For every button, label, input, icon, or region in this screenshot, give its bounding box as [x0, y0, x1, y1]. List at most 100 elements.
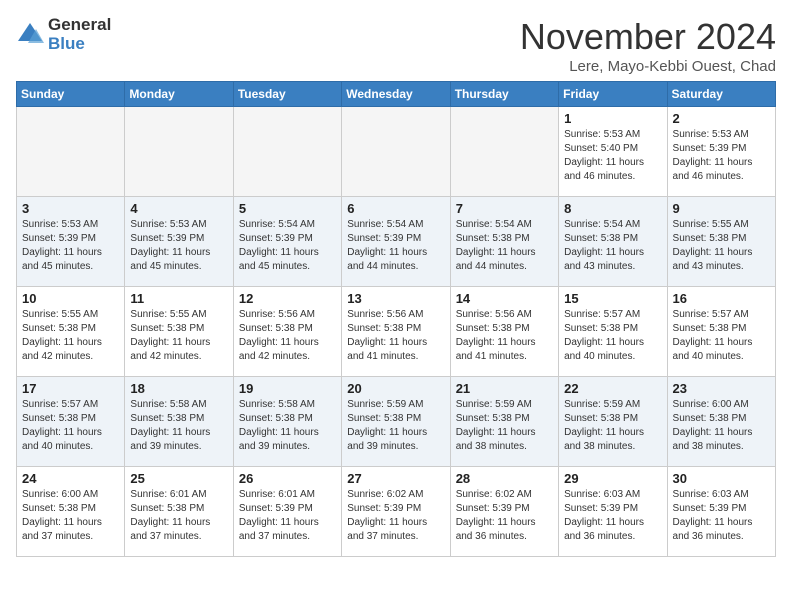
- day-number: 4: [130, 201, 227, 216]
- table-row: 27 Sunrise: 6:02 AM Sunset: 5:39 PM Dayli…: [342, 467, 450, 557]
- day-info: Sunrise: 6:01 AM Sunset: 5:38 PM Dayligh…: [130, 488, 227, 544]
- day-number: 28: [456, 471, 553, 486]
- day-info: Sunrise: 5:59 AM Sunset: 5:38 PM Dayligh…: [347, 398, 444, 454]
- table-row: 1 Sunrise: 5:53 AM Sunset: 5:40 PM Daylig…: [559, 107, 667, 197]
- day-info: Sunrise: 5:58 AM Sunset: 5:38 PM Dayligh…: [239, 398, 336, 454]
- day-number: 7: [456, 201, 553, 216]
- col-thursday: Thursday: [450, 82, 558, 107]
- day-number: 18: [130, 381, 227, 396]
- table-row: 16 Sunrise: 5:57 AM Sunset: 5:38 PM Dayli…: [667, 287, 775, 377]
- day-number: 27: [347, 471, 444, 486]
- table-row: 13 Sunrise: 5:56 AM Sunset: 5:38 PM Dayli…: [342, 287, 450, 377]
- calendar-table: Sunday Monday Tuesday Wednesday Thursday…: [16, 81, 776, 557]
- logo: General Blue: [16, 16, 111, 53]
- calendar-week-row: 10Sunrise: 5:55 AM Sunset: 5:38 PM Dayli…: [17, 287, 776, 377]
- day-info: Sunrise: 5:56 AM Sunset: 5:38 PM Dayligh…: [239, 308, 336, 364]
- calendar-week-row: 17 Sunrise: 5:57 AM Sunset: 5:38 PM Dayli…: [17, 377, 776, 467]
- day-number: 15: [564, 291, 661, 306]
- table-row: 11 Sunrise: 5:55 AM Sunset: 5:38 PM Dayli…: [125, 287, 233, 377]
- table-row: [450, 107, 558, 197]
- table-row: 22Sunrise: 5:59 AM Sunset: 5:38 PM Dayli…: [559, 377, 667, 467]
- day-number: 1: [564, 111, 661, 126]
- table-row: [125, 107, 233, 197]
- day-number: 13: [347, 291, 444, 306]
- col-monday: Monday: [125, 82, 233, 107]
- day-info: Sunrise: 5:54 AM Sunset: 5:39 PM Dayligh…: [347, 218, 444, 274]
- day-info: Sunrise: 5:59 AM Sunset: 5:38 PM Dayligh…: [564, 398, 661, 454]
- table-row: 28 Sunrise: 6:02 AM Sunset: 5:39 PM Dayli…: [450, 467, 558, 557]
- day-info: Sunrise: 5:54 AM Sunset: 5:38 PM Dayligh…: [456, 218, 553, 274]
- table-row: 15 Sunrise: 5:57 AM Sunset: 5:38 PM Dayli…: [559, 287, 667, 377]
- table-row: 3 Sunrise: 5:53 AM Sunset: 5:39 PM Daylig…: [17, 197, 125, 287]
- day-number: 23: [673, 381, 770, 396]
- table-row: 24Sunrise: 6:00 AM Sunset: 5:38 PM Dayli…: [17, 467, 125, 557]
- day-info: Sunrise: 5:53 AM Sunset: 5:39 PM Dayligh…: [673, 128, 770, 184]
- calendar-week-row: 3 Sunrise: 5:53 AM Sunset: 5:39 PM Daylig…: [17, 197, 776, 287]
- day-number: 16: [673, 291, 770, 306]
- day-info: Sunrise: 5:53 AM Sunset: 5:40 PM Dayligh…: [564, 128, 661, 184]
- day-number: 17: [22, 381, 119, 396]
- day-info: Sunrise: 5:56 AM Sunset: 5:38 PM Dayligh…: [347, 308, 444, 364]
- day-info: Sunrise: 5:57 AM Sunset: 5:38 PM Dayligh…: [673, 308, 770, 364]
- day-info: Sunrise: 5:55 AM Sunset: 5:38 PM Dayligh…: [673, 218, 770, 274]
- day-info: Sunrise: 6:01 AM Sunset: 5:39 PM Dayligh…: [239, 488, 336, 544]
- day-info: Sunrise: 6:00 AM Sunset: 5:38 PM Dayligh…: [22, 488, 119, 544]
- table-row: 29Sunrise: 6:03 AM Sunset: 5:39 PM Dayli…: [559, 467, 667, 557]
- day-number: 14: [456, 291, 553, 306]
- table-row: 14 Sunrise: 5:56 AM Sunset: 5:38 PM Dayli…: [450, 287, 558, 377]
- day-number: 2: [673, 111, 770, 126]
- col-sunday: Sunday: [17, 82, 125, 107]
- day-info: Sunrise: 5:59 AM Sunset: 5:38 PM Dayligh…: [456, 398, 553, 454]
- day-info: Sunrise: 5:54 AM Sunset: 5:38 PM Dayligh…: [564, 218, 661, 274]
- table-row: 25 Sunrise: 6:01 AM Sunset: 5:38 PM Dayli…: [125, 467, 233, 557]
- table-row: 19 Sunrise: 5:58 AM Sunset: 5:38 PM Dayli…: [233, 377, 341, 467]
- page-header: General Blue November 2024 Lere, Mayo-Ke…: [16, 16, 776, 75]
- day-info: Sunrise: 5:55 AM Sunset: 5:38 PM Dayligh…: [130, 308, 227, 364]
- table-row: 5 Sunrise: 5:54 AM Sunset: 5:39 PM Daylig…: [233, 197, 341, 287]
- table-row: 9 Sunrise: 5:55 AM Sunset: 5:38 PM Daylig…: [667, 197, 775, 287]
- calendar-week-row: 1 Sunrise: 5:53 AM Sunset: 5:40 PM Daylig…: [17, 107, 776, 197]
- title-block: November 2024 Lere, Mayo-Kebbi Ouest, Ch…: [520, 16, 776, 75]
- day-number: 29: [564, 471, 661, 486]
- day-info: Sunrise: 5:58 AM Sunset: 5:38 PM Dayligh…: [130, 398, 227, 454]
- day-info: Sunrise: 5:53 AM Sunset: 5:39 PM Dayligh…: [22, 218, 119, 274]
- logo-general: General: [48, 16, 111, 35]
- day-number: 8: [564, 201, 661, 216]
- day-info: Sunrise: 5:55 AM Sunset: 5:38 PM Dayligh…: [22, 308, 119, 364]
- day-info: Sunrise: 5:57 AM Sunset: 5:38 PM Dayligh…: [564, 308, 661, 364]
- table-row: 8 Sunrise: 5:54 AM Sunset: 5:38 PM Daylig…: [559, 197, 667, 287]
- table-row: 7 Sunrise: 5:54 AM Sunset: 5:38 PM Daylig…: [450, 197, 558, 287]
- table-row: 10Sunrise: 5:55 AM Sunset: 5:38 PM Dayli…: [17, 287, 125, 377]
- day-info: Sunrise: 6:02 AM Sunset: 5:39 PM Dayligh…: [456, 488, 553, 544]
- day-number: 12: [239, 291, 336, 306]
- table-row: 2 Sunrise: 5:53 AM Sunset: 5:39 PM Daylig…: [667, 107, 775, 197]
- table-row: 30Sunrise: 6:03 AM Sunset: 5:39 PM Dayli…: [667, 467, 775, 557]
- table-row: 12 Sunrise: 5:56 AM Sunset: 5:38 PM Dayli…: [233, 287, 341, 377]
- day-number: 3: [22, 201, 119, 216]
- table-row: [17, 107, 125, 197]
- table-row: 20 Sunrise: 5:59 AM Sunset: 5:38 PM Dayli…: [342, 377, 450, 467]
- col-wednesday: Wednesday: [342, 82, 450, 107]
- day-info: Sunrise: 5:57 AM Sunset: 5:38 PM Dayligh…: [22, 398, 119, 454]
- day-number: 5: [239, 201, 336, 216]
- col-saturday: Saturday: [667, 82, 775, 107]
- day-number: 21: [456, 381, 553, 396]
- logo-icon: [16, 21, 44, 49]
- day-number: 25: [130, 471, 227, 486]
- day-info: Sunrise: 6:02 AM Sunset: 5:39 PM Dayligh…: [347, 488, 444, 544]
- day-info: Sunrise: 6:00 AM Sunset: 5:38 PM Dayligh…: [673, 398, 770, 454]
- day-info: Sunrise: 5:54 AM Sunset: 5:39 PM Dayligh…: [239, 218, 336, 274]
- table-row: 23 Sunrise: 6:00 AM Sunset: 5:38 PM Dayli…: [667, 377, 775, 467]
- calendar-title: November 2024: [520, 16, 776, 58]
- col-tuesday: Tuesday: [233, 82, 341, 107]
- table-row: 17 Sunrise: 5:57 AM Sunset: 5:38 PM Dayli…: [17, 377, 125, 467]
- day-info: Sunrise: 5:53 AM Sunset: 5:39 PM Dayligh…: [130, 218, 227, 274]
- day-number: 20: [347, 381, 444, 396]
- day-number: 9: [673, 201, 770, 216]
- col-friday: Friday: [559, 82, 667, 107]
- logo-blue: Blue: [48, 35, 111, 54]
- table-row: 26Sunrise: 6:01 AM Sunset: 5:39 PM Dayli…: [233, 467, 341, 557]
- day-info: Sunrise: 5:56 AM Sunset: 5:38 PM Dayligh…: [456, 308, 553, 364]
- day-number: 11: [130, 291, 227, 306]
- day-number: 19: [239, 381, 336, 396]
